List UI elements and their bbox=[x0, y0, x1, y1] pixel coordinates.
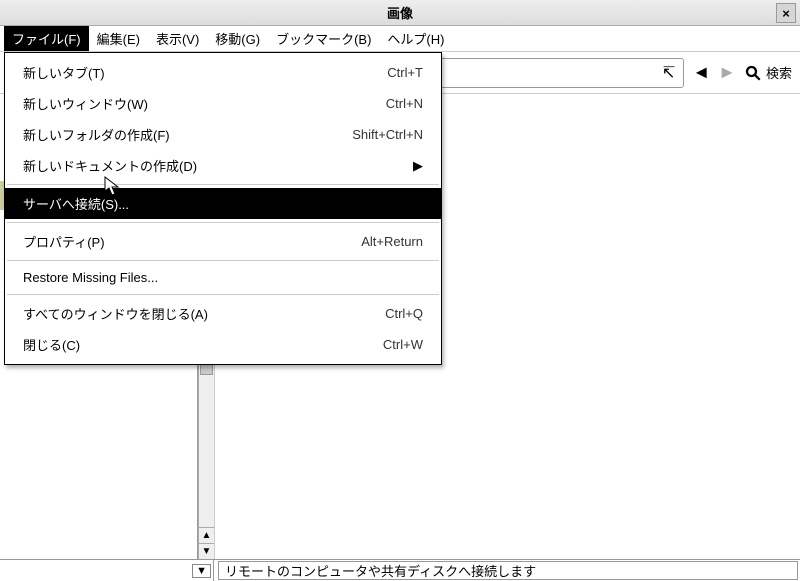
menu-item-restore-files[interactable]: Restore Missing Files... bbox=[5, 264, 441, 291]
menu-separator bbox=[7, 184, 439, 185]
forward-button[interactable]: ► bbox=[718, 62, 736, 83]
search-label: 検索 bbox=[766, 63, 792, 82]
menu-item-close[interactable]: 閉じる(C) Ctrl+W bbox=[5, 329, 441, 360]
status-message: リモートのコンピュータや共有ディスクへ接続します bbox=[218, 561, 798, 580]
menu-separator bbox=[7, 260, 439, 261]
search-button[interactable]: 検索 bbox=[744, 63, 792, 82]
menu-item-new-folder[interactable]: 新しいフォルダの作成(F) Shift+Ctrl+N bbox=[5, 119, 441, 150]
window-title: 画像 bbox=[387, 3, 413, 22]
dropdown-icon[interactable]: ▼ bbox=[192, 564, 211, 578]
clear-location-icon[interactable]: ↸ bbox=[662, 63, 675, 83]
menubar: ファイル(F) 編集(E) 表示(V) 移動(G) ブックマーク(B) ヘルプ(… bbox=[0, 26, 800, 52]
close-icon: × bbox=[782, 6, 790, 21]
menu-item-connect-server[interactable]: サーバへ接続(S)... bbox=[5, 188, 441, 219]
menu-go[interactable]: 移動(G) bbox=[207, 26, 268, 51]
menu-help[interactable]: ヘルプ(H) bbox=[379, 26, 452, 51]
close-window-button[interactable]: × bbox=[776, 3, 796, 23]
menu-bookmarks[interactable]: ブックマーク(B) bbox=[268, 26, 379, 51]
search-icon bbox=[744, 64, 762, 82]
scroll-up-button[interactable]: ▲ bbox=[199, 527, 214, 543]
menu-item-close-all[interactable]: すべてのウィンドウを閉じる(A) Ctrl+Q bbox=[5, 298, 441, 329]
menu-item-new-document[interactable]: 新しいドキュメントの作成(D) ▶ bbox=[5, 150, 441, 181]
menu-view[interactable]: 表示(V) bbox=[148, 26, 207, 51]
menu-item-new-window[interactable]: 新しいウィンドウ(W) Ctrl+N bbox=[5, 88, 441, 119]
submenu-arrow-icon: ▶ bbox=[413, 158, 423, 174]
menu-item-properties[interactable]: プロパティ(P) Alt+Return bbox=[5, 226, 441, 257]
menu-edit[interactable]: 編集(E) bbox=[89, 26, 148, 51]
menu-separator bbox=[7, 294, 439, 295]
menu-item-new-tab[interactable]: 新しいタブ(T) Ctrl+T bbox=[5, 57, 441, 88]
file-menu-dropdown: 新しいタブ(T) Ctrl+T 新しいウィンドウ(W) Ctrl+N 新しいフォ… bbox=[4, 52, 442, 365]
scroll-down-button[interactable]: ▼ bbox=[199, 543, 214, 559]
back-button[interactable]: ◄ bbox=[692, 62, 710, 83]
menu-separator bbox=[7, 222, 439, 223]
statusbar: ▼ リモートのコンピュータや共有ディスクへ接続します bbox=[0, 559, 800, 581]
menu-file[interactable]: ファイル(F) bbox=[4, 26, 89, 51]
